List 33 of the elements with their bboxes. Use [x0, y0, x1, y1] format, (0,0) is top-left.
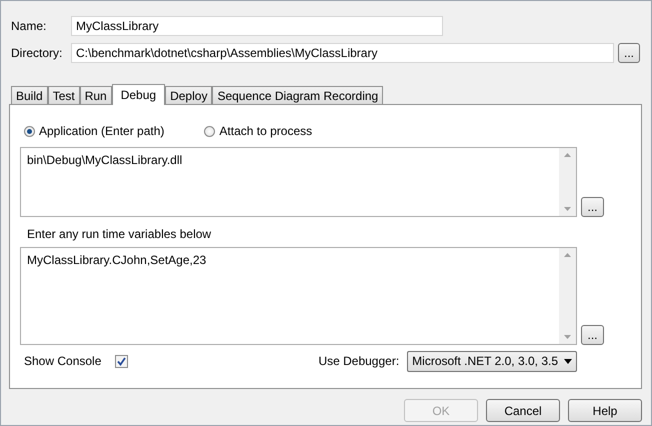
scroll-up-icon[interactable] — [564, 153, 571, 157]
scroll-down-icon[interactable] — [564, 207, 571, 211]
tab[interactable]: Run — [80, 86, 112, 104]
tab[interactable]: Build — [11, 86, 48, 104]
section-label: Enter any run time variables below — [26, 226, 212, 243]
help-button[interactable]: Help — [568, 399, 642, 422]
radio-button[interactable] — [204, 126, 216, 136]
text-area[interactable]: MyClassLibrary.CJohn,SetAge,23 — [20, 247, 577, 345]
text-area[interactable]: bin\Debug\MyClassLibrary.dll — [20, 147, 577, 217]
browse-button[interactable]: ... — [581, 325, 604, 345]
browse-button[interactable]: ... — [581, 197, 604, 217]
scrollbar[interactable] — [559, 248, 576, 344]
tab[interactable]: Sequence Diagram Recording — [212, 86, 384, 104]
field-label: Directory: — [10, 46, 64, 60]
radio-label: Application (Enter path) — [39, 124, 164, 138]
dropdown-label: Use Debugger: — [318, 354, 400, 368]
name-field[interactable]: MyClassLibrary — [71, 16, 443, 36]
debugger-dropdown[interactable]: Microsoft .NET 2.0, 3.0, 3.5 — [407, 350, 577, 372]
scrollbar[interactable] — [559, 148, 576, 216]
checkbox[interactable] — [115, 354, 128, 368]
cancel-button[interactable]: Cancel — [486, 399, 560, 422]
scroll-down-icon[interactable] — [564, 335, 571, 339]
radio-button[interactable] — [24, 126, 35, 136]
checkbox-label: Show Console — [24, 354, 102, 368]
tab[interactable]: Test — [48, 86, 80, 104]
browse-button[interactable]: ... — [618, 43, 640, 63]
field-label: Name: — [10, 19, 48, 33]
tab[interactable]: Debug — [112, 84, 166, 105]
tab[interactable]: Deploy — [165, 86, 212, 104]
radio-label: Attach to process — [219, 124, 312, 138]
scroll-up-icon[interactable] — [564, 253, 571, 257]
directory-field[interactable]: C:\benchmark\dotnet\csharp\Assemblies\MyClassLibrary — [71, 43, 614, 63]
dropdown-arrow-icon — [564, 358, 572, 364]
